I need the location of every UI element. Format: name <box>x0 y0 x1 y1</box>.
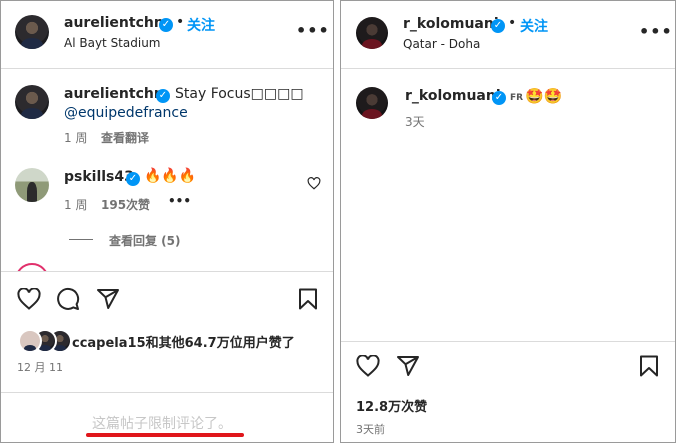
comments-limited-notice: 这篇帖子限制评论了。 <box>92 416 232 432</box>
divider <box>341 341 675 342</box>
caption-emoji: 🤩🤩 <box>525 87 563 105</box>
comment-like-icon[interactable] <box>307 177 321 190</box>
avatar[interactable] <box>356 17 388 49</box>
post-date[interactable]: 12 月 11 <box>17 359 63 375</box>
separator-dot: • <box>508 15 517 31</box>
mention-link[interactable]: @equipedefrance <box>64 105 188 121</box>
highlight-underline <box>86 433 244 437</box>
divider <box>1 392 333 393</box>
avatar[interactable] <box>15 168 49 202</box>
caption-text: Stay Focus□□□□ <box>175 86 304 102</box>
view-replies-button[interactable]: 查看回复 (5) <box>109 232 181 249</box>
divider <box>341 68 675 69</box>
comment-username[interactable]: pskills43 <box>64 169 134 185</box>
more-icon[interactable]: ••• <box>639 22 673 41</box>
location-link[interactable]: Al Bayt Stadium <box>64 36 161 50</box>
avatar[interactable] <box>18 329 42 353</box>
verified-icon: ✓ <box>491 19 505 33</box>
likes-count[interactable]: 12.8万次赞 <box>356 396 427 415</box>
replies-line <box>69 239 93 240</box>
comment-time[interactable]: 1 周 <box>64 196 87 213</box>
translate-button[interactable]: 查看翻译 <box>101 129 149 146</box>
avatar[interactable] <box>15 85 49 119</box>
likes-count[interactable]: ccapela15和其他64.7万位用户赞了 <box>72 332 295 351</box>
right-post-panel: r_kolomuani ✓ • 关注 Qatar - Doha ••• r_ko… <box>340 0 676 443</box>
header-username[interactable]: aurelientchm <box>64 15 168 31</box>
comment-text: 🔥🔥🔥 <box>144 168 197 184</box>
avatar[interactable] <box>356 87 388 119</box>
verified-icon: ✓ <box>492 91 506 105</box>
follow-button[interactable]: 关注 <box>187 15 215 35</box>
separator-dot: • <box>176 14 185 30</box>
heart-icon[interactable] <box>356 355 380 377</box>
verified-icon: ✓ <box>126 172 140 186</box>
heart-icon[interactable] <box>17 288 41 310</box>
header-username[interactable]: r_kolomuani <box>403 16 499 32</box>
left-post-panel: aurelientchm ✓ • 关注 Al Bayt Stadium ••• … <box>0 0 334 443</box>
caption-time[interactable]: 1 周 <box>64 129 87 146</box>
bookmark-icon[interactable] <box>639 355 659 377</box>
comment-icon[interactable] <box>56 287 80 311</box>
flag-fr: FR <box>510 93 524 103</box>
comment-more-icon[interactable]: ••• <box>168 194 191 208</box>
location-link[interactable]: Qatar - Doha <box>403 37 480 51</box>
follow-button[interactable]: 关注 <box>520 16 548 36</box>
caption-time[interactable]: 3天 <box>405 113 425 130</box>
bookmark-icon[interactable] <box>298 288 318 310</box>
avatar[interactable] <box>15 15 49 49</box>
divider <box>1 68 333 69</box>
verified-icon: ✓ <box>159 18 173 32</box>
caption-username[interactable]: aurelientchm <box>64 86 168 102</box>
more-icon[interactable]: ••• <box>296 21 330 40</box>
caption-username[interactable]: r_kolomuani <box>405 88 501 104</box>
share-icon[interactable] <box>396 354 420 378</box>
verified-icon: ✓ <box>156 89 170 103</box>
post-date[interactable]: 3天前 <box>356 421 385 437</box>
comment-likes[interactable]: 195次赞 <box>101 196 150 213</box>
share-icon[interactable] <box>96 287 120 311</box>
